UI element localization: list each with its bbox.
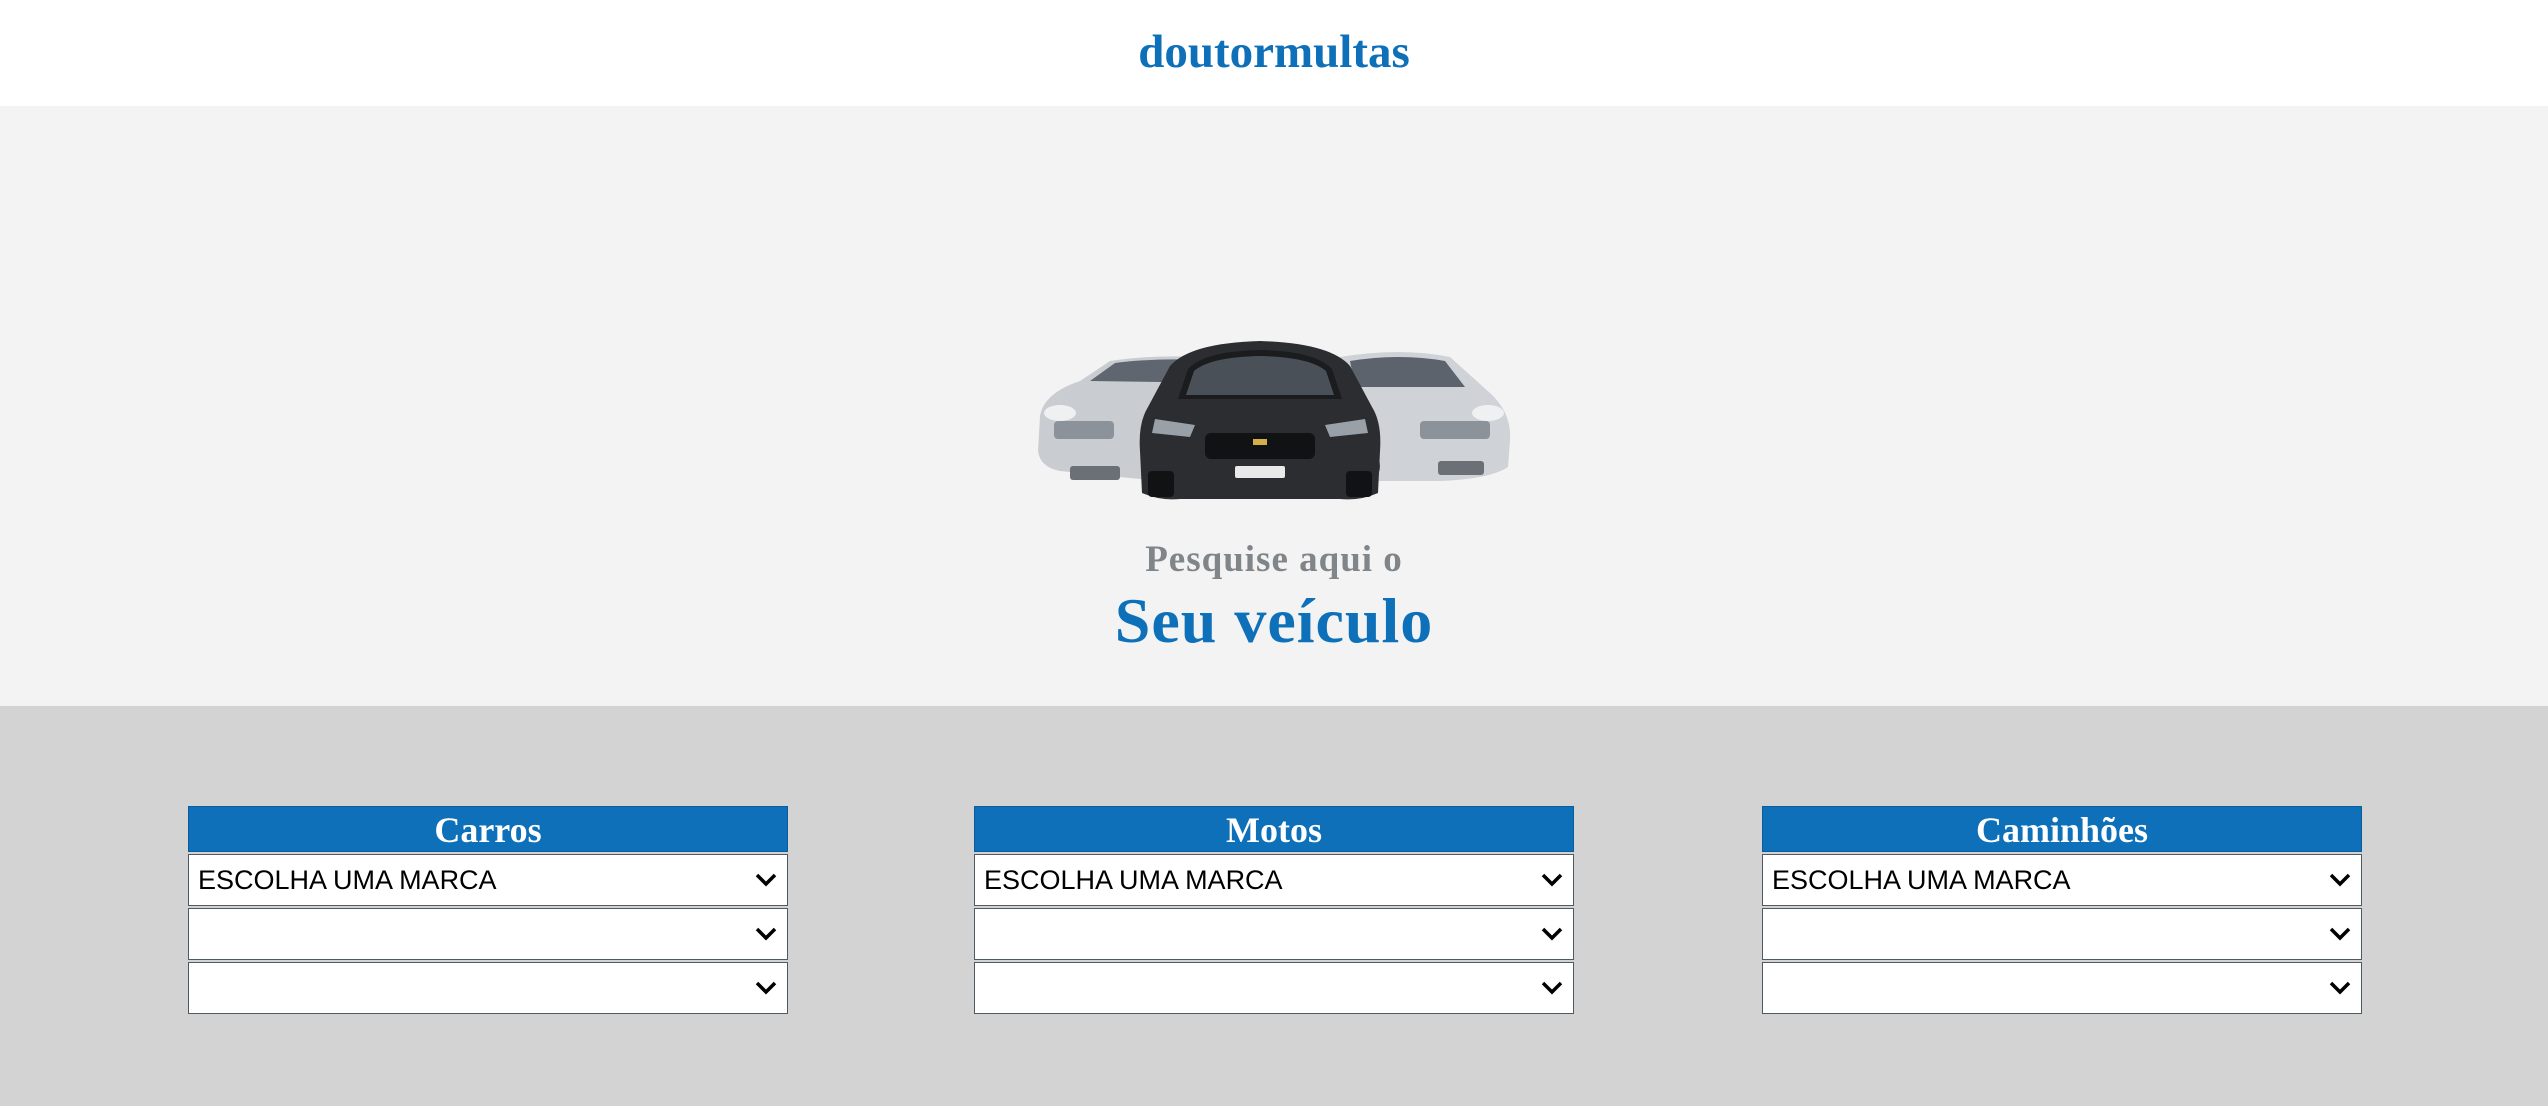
brand-select[interactable]: ESCOLHA UMA MARCA: [974, 854, 1574, 906]
chevron-down-icon: [755, 873, 777, 887]
panel-title: Motos: [974, 806, 1574, 852]
chevron-down-icon: [2329, 927, 2351, 941]
brand-select[interactable]: ESCOLHA UMA MARCA: [1762, 854, 2362, 906]
chevron-down-icon: [1541, 981, 1563, 995]
vehicle-search-panels: Carros ESCOLHA UMA MARCA Motos ESCOLHA U…: [0, 706, 2548, 1106]
model-select[interactable]: [188, 908, 788, 960]
center-car: [1139, 341, 1381, 500]
model-select[interactable]: [1762, 908, 2362, 960]
panel-motos: Motos ESCOLHA UMA MARCA: [974, 806, 1574, 1014]
panel-caminhoes: Caminhões ESCOLHA UMA MARCA: [1762, 806, 2362, 1014]
site-header: doutormultas: [0, 0, 2548, 106]
model-select[interactable]: [974, 908, 1574, 960]
year-select[interactable]: [188, 962, 788, 1014]
site-logo[interactable]: doutormultas: [1138, 25, 1410, 79]
chevron-down-icon: [755, 981, 777, 995]
hero-section: Pesquise aqui o Seu veículo: [0, 106, 2548, 706]
year-select[interactable]: [974, 962, 1574, 1014]
chevron-down-icon: [2329, 873, 2351, 887]
hero-title: Seu veículo: [1114, 585, 1434, 656]
cars-image: [1038, 341, 1511, 500]
chevron-down-icon: [1541, 873, 1563, 887]
panel-title: Carros: [188, 806, 788, 852]
panel-title: Caminhões: [1762, 806, 2362, 852]
hero-subtitle: Pesquise aqui o: [1145, 539, 1403, 580]
chevron-down-icon: [1541, 927, 1563, 941]
chevron-down-icon: [2329, 981, 2351, 995]
chevron-down-icon: [755, 927, 777, 941]
year-select[interactable]: [1762, 962, 2362, 1014]
select-value: ESCOLHA UMA MARCA: [1772, 864, 2071, 895]
panel-carros: Carros ESCOLHA UMA MARCA: [188, 806, 788, 1014]
select-value: ESCOLHA UMA MARCA: [198, 864, 497, 895]
select-value: ESCOLHA UMA MARCA: [984, 864, 1283, 895]
brand-select[interactable]: ESCOLHA UMA MARCA: [188, 854, 788, 906]
